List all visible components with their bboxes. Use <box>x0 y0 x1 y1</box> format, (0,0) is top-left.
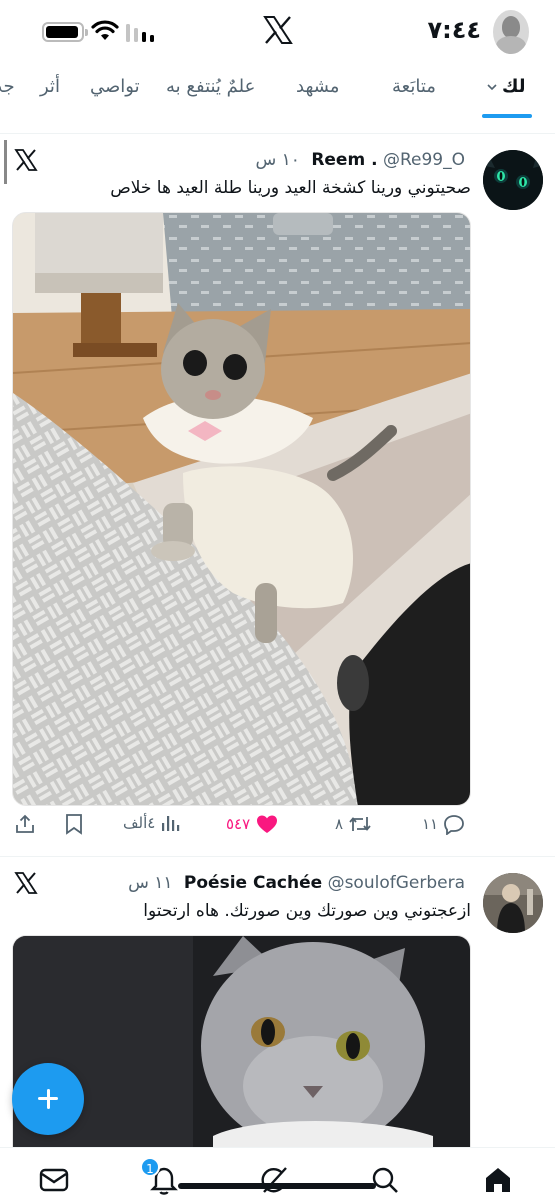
avatar[interactable] <box>483 150 543 210</box>
author-handle[interactable]: @Re99_O <box>383 150 465 170</box>
tweet-text: صحيتوني ورينا كشخة العيد ورينا طلة العيد… <box>110 178 471 198</box>
messages-icon[interactable] <box>38 1164 70 1196</box>
tweet-image <box>13 213 470 805</box>
tab-tawasi[interactable]: تواصي <box>90 76 140 97</box>
grey-cat-photo[interactable] <box>12 935 471 1147</box>
wifi-icon <box>91 20 119 40</box>
tweet[interactable]: Reem . @Re99_O ١٠ س صحيتوني ورينا كشخة ا… <box>0 134 555 856</box>
cellular-signal-icon <box>126 24 154 42</box>
tab-ilm[interactable]: علمٌ يُنتفع به <box>166 76 255 97</box>
thread-line <box>4 140 7 184</box>
action-bar: ١١ ٨ ٥٤٧ ٤ألف <box>0 813 555 843</box>
repost-button[interactable]: ٨ <box>335 813 372 843</box>
x-logo-icon[interactable] <box>262 14 294 46</box>
reply-button[interactable]: ١١ <box>422 813 465 843</box>
tab-for-you[interactable]: لك <box>486 76 526 97</box>
views-button[interactable]: ٤ألف <box>123 813 180 843</box>
tab-following[interactable]: متابَعة <box>392 76 436 97</box>
x-logo-icon <box>14 872 38 894</box>
views-chart-icon <box>162 816 180 831</box>
post-time: ١٠ س <box>255 150 300 170</box>
cat-in-dress-photo[interactable] <box>12 212 471 806</box>
tweet-header: Poésie Cachée @soulofGerbera ١١ س <box>128 873 471 899</box>
profile-avatar[interactable] <box>493 10 529 54</box>
bookmark-button[interactable] <box>65 813 83 843</box>
status-time: ٧:٤٤ <box>427 16 481 44</box>
search-icon[interactable] <box>369 1164 401 1196</box>
tab-athar[interactable]: أثر <box>40 76 60 97</box>
x-logo-icon <box>14 149 38 171</box>
black-cat-avatar-image <box>483 150 543 210</box>
bookmark-icon <box>66 814 82 835</box>
status-bar: ٧:٤٤ <box>0 0 555 64</box>
notification-badge: 1 <box>140 1157 160 1177</box>
tab-mashhad[interactable]: مشهد <box>296 76 339 97</box>
person-avatar-image <box>483 873 543 933</box>
author-name[interactable]: Reem . <box>311 150 377 170</box>
tweet-header: Reem . @Re99_O ١٠ س <box>255 150 471 176</box>
reply-icon <box>444 815 464 836</box>
repost-icon <box>349 817 371 831</box>
like-count: ٥٤٧ <box>226 815 251 833</box>
view-count: ٤ألف <box>123 814 156 832</box>
home-indicator <box>178 1183 376 1189</box>
chevron-down-icon <box>487 84 497 91</box>
active-tab-indicator <box>482 114 532 118</box>
home-icon[interactable] <box>482 1164 514 1196</box>
timeline-tabs: جد أثر تواصي علمٌ يُنتفع به مشهد متابَعة… <box>0 64 555 118</box>
post-time: ١١ س <box>128 873 173 893</box>
share-button[interactable] <box>14 813 36 843</box>
tab-for-you-label: لك <box>502 76 526 97</box>
author-handle[interactable]: @soulofGerbera <box>328 873 465 893</box>
author-name[interactable]: Poésie Cachée <box>184 873 322 893</box>
bottom-navigation <box>0 1147 555 1200</box>
compose-post-button[interactable] <box>12 1063 84 1135</box>
battery-full-icon <box>42 22 88 42</box>
tweet-image <box>13 936 470 1147</box>
reply-count: ١١ <box>422 815 439 833</box>
like-button[interactable]: ٥٤٧ <box>226 813 279 843</box>
avatar[interactable] <box>483 873 543 933</box>
tab-jd[interactable]: جد <box>0 76 15 97</box>
tweet-text: ازعجتوني وين صورتك وين صورتك. هاه ارتحتو… <box>143 901 471 921</box>
heart-filled-icon <box>256 815 277 833</box>
grok-icon[interactable] <box>258 1164 290 1196</box>
repost-count: ٨ <box>335 815 344 833</box>
share-icon <box>16 814 34 833</box>
